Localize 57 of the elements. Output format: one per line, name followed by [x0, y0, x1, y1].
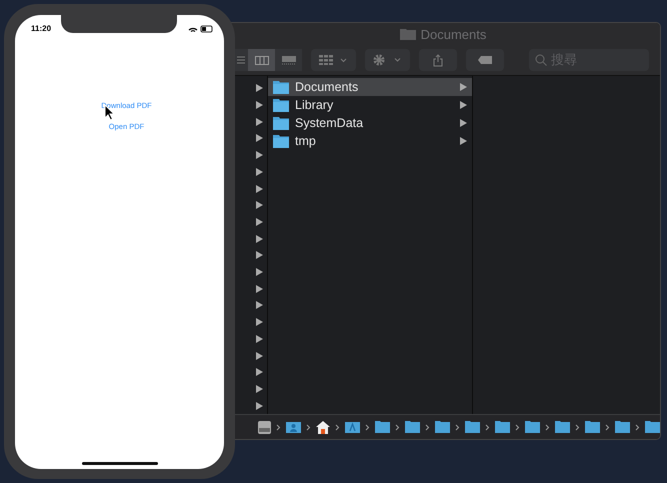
chevron-icon [605, 424, 610, 430]
apps-folder-icon[interactable] [345, 421, 360, 433]
group-button[interactable] [311, 49, 356, 71]
column-view-icon [254, 56, 268, 64]
tag-button[interactable] [466, 49, 504, 71]
tag-icon [478, 56, 492, 64]
folder-icon [273, 134, 289, 148]
chevron-icon [395, 424, 400, 430]
window-title: Documents [420, 26, 486, 42]
folder-icon[interactable] [465, 421, 480, 433]
chevron-icon [485, 424, 490, 430]
settings-button[interactable] [365, 49, 410, 71]
folder-icon [273, 116, 289, 130]
folder-icon[interactable] [495, 421, 510, 433]
disclosure-arrow-icon [460, 137, 467, 145]
status-icons [188, 24, 214, 32]
folder-item[interactable]: SystemData [268, 114, 472, 132]
folder-icon[interactable] [645, 421, 660, 433]
share-button[interactable] [419, 49, 457, 71]
gallery-view-icon [282, 56, 296, 64]
folder-icon[interactable] [405, 421, 420, 433]
folder-icon[interactable] [615, 421, 630, 433]
disclosure-arrow-icon [460, 101, 467, 109]
folder-icon[interactable] [585, 421, 600, 433]
folder-item[interactable]: tmp [268, 132, 472, 150]
chevron-icon [276, 424, 281, 430]
chevron-icon [425, 424, 430, 430]
chevron-icon [455, 424, 460, 430]
gear-dropdown-icon [372, 54, 402, 66]
folder-icon [400, 28, 416, 40]
folder-item[interactable]: Library [268, 96, 472, 114]
folder-icon[interactable] [525, 421, 540, 433]
share-icon [433, 54, 443, 66]
folder-icon[interactable] [555, 421, 570, 433]
chevron-icon [515, 424, 520, 430]
status-time: 11:20 [31, 24, 52, 33]
user-folder-icon[interactable] [286, 421, 301, 433]
house-icon[interactable] [316, 420, 330, 434]
folder-item[interactable]: Documents [268, 78, 472, 96]
list-view-icon [237, 55, 245, 65]
view-mode-button[interactable] [275, 49, 302, 71]
chevron-icon [306, 424, 311, 430]
disclosure-arrow-icon [256, 385, 263, 393]
folder-icon[interactable] [435, 421, 450, 433]
chevron-icon [545, 424, 550, 430]
chevron-icon [575, 424, 580, 430]
folder-icon [273, 98, 289, 112]
disclosure-arrow-icon [460, 119, 467, 127]
disclosure-arrow-icon [460, 83, 467, 91]
chevron-icon [635, 424, 640, 430]
chevron-icon [335, 424, 340, 430]
grid-dropdown-icon [318, 55, 348, 65]
folder-icon [273, 80, 289, 94]
view-mode-button[interactable] [234, 49, 248, 71]
chevron-icon [365, 424, 370, 430]
folder-icon[interactable] [375, 421, 390, 433]
view-mode-button[interactable] [248, 49, 275, 71]
